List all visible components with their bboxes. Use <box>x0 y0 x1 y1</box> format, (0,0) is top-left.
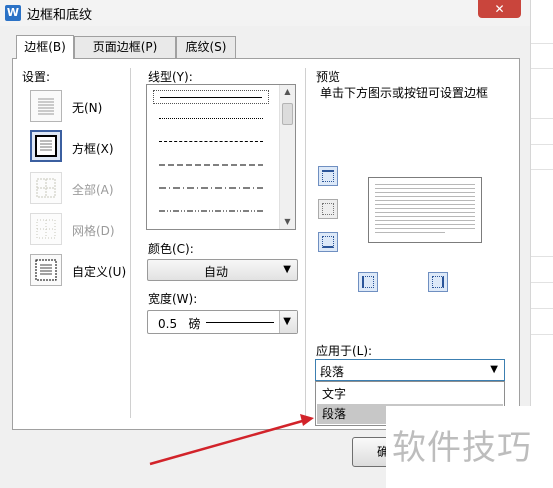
width-line-sample <box>206 322 274 323</box>
apply-to-dropdown[interactable]: 段落 ▼ <box>315 359 505 381</box>
line-style-dash-dot[interactable] <box>153 181 269 195</box>
top-border-button[interactable] <box>318 166 338 186</box>
border-preview[interactable] <box>368 177 482 243</box>
line-style-scrollbar[interactable]: ▲ ▼ <box>279 85 295 229</box>
setting-box-icon <box>35 135 57 157</box>
close-button[interactable]: ✕ <box>478 0 521 18</box>
watermark: 软件技巧 <box>386 406 553 488</box>
tab-shading[interactable]: 底纹(S) <box>176 36 236 58</box>
left-border-icon <box>362 276 374 288</box>
option-text[interactable]: 文字 <box>317 384 503 404</box>
preview-heading: 预览 <box>316 70 341 84</box>
setting-box-label[interactable]: 方框(X) <box>72 140 114 157</box>
line-style-solid[interactable] <box>153 90 269 104</box>
inner-border-button[interactable] <box>318 199 338 219</box>
line-style-dotted[interactable] <box>153 112 269 126</box>
setting-all-button[interactable] <box>30 172 62 204</box>
setting-all-icon <box>36 178 56 198</box>
tab-border[interactable]: 边框(B) <box>16 35 74 59</box>
chevron-down-icon: ▼ <box>490 364 498 375</box>
setting-none-icon <box>38 98 54 115</box>
window-title: 边框和底纹 <box>27 8 93 23</box>
left-border-button[interactable] <box>358 272 378 292</box>
bottom-border-icon <box>322 236 334 248</box>
apply-to-label: 应用于(L): <box>316 344 373 358</box>
scroll-down-icon[interactable]: ▼ <box>280 215 295 229</box>
line-style-dashed-long[interactable] <box>153 158 269 172</box>
setting-all-label[interactable]: 全部(A) <box>72 181 114 198</box>
tab-page-border[interactable]: 页面边框(P) <box>74 36 176 58</box>
setting-grid-label[interactable]: 网格(D) <box>72 222 115 239</box>
setting-none-button[interactable] <box>30 90 62 122</box>
separator-right <box>305 68 306 418</box>
right-border-icon <box>432 276 444 288</box>
top-border-icon <box>322 170 334 182</box>
close-icon: ✕ <box>494 2 505 16</box>
bottom-border-button[interactable] <box>318 232 338 252</box>
setting-grid-icon <box>36 219 56 239</box>
color-label: 颜色(C): <box>148 242 194 256</box>
width-dropdown[interactable]: 0.5 磅 ▼ <box>147 310 298 334</box>
setting-custom-icon <box>35 259 57 281</box>
separator-left <box>130 68 131 418</box>
setting-none-label[interactable]: 无(N) <box>72 99 102 116</box>
line-style-list[interactable]: ▲ ▼ <box>146 84 296 230</box>
preview-hint: 单击下方图示或按钮可设置边框 <box>320 86 489 100</box>
chevron-down-icon: ▼ <box>283 264 291 275</box>
line-style-dash-dot-dot[interactable] <box>153 204 269 218</box>
apply-to-value: 段落 <box>320 365 345 379</box>
setting-box-button[interactable] <box>30 130 62 162</box>
line-style-label: 线型(Y): <box>148 70 193 84</box>
chevron-down-icon: ▼ <box>283 316 291 327</box>
scroll-up-icon[interactable]: ▲ <box>280 85 295 99</box>
settings-heading: 设置: <box>22 70 51 84</box>
right-border-button[interactable] <box>428 272 448 292</box>
inner-border-icon <box>322 203 334 215</box>
setting-custom-button[interactable] <box>30 254 62 286</box>
title-bar: W 边框和底纹 ✕ <box>0 0 530 26</box>
color-value: 自动 <box>204 265 229 279</box>
setting-grid-button[interactable] <box>30 213 62 245</box>
line-style-dashed[interactable] <box>153 135 269 149</box>
width-value: 0.5 磅 <box>158 317 201 331</box>
wps-app-icon: W <box>5 5 21 21</box>
scroll-thumb[interactable] <box>282 103 293 125</box>
color-dropdown[interactable]: 自动 ▼ <box>147 259 298 281</box>
watermark-text: 软件技巧 <box>392 428 532 468</box>
setting-custom-label[interactable]: 自定义(U) <box>72 263 126 280</box>
width-label: 宽度(W): <box>148 292 198 306</box>
